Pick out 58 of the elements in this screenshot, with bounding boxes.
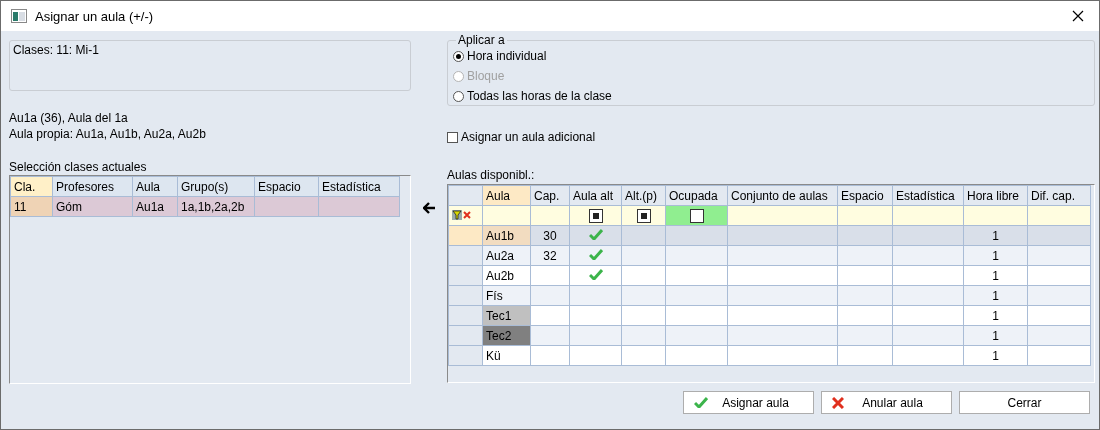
table-cell: 1 xyxy=(992,308,999,323)
radio-label[interactable]: Todas las horas de la clase xyxy=(467,88,612,104)
table-cell: 1 xyxy=(992,348,999,363)
radio-button[interactable] xyxy=(453,50,464,62)
window-icon xyxy=(11,9,27,23)
section-label: Selección clases actuales xyxy=(9,160,148,174)
table-row[interactable]: Au2b 1 xyxy=(448,265,1091,286)
checkbox-label[interactable]: Asignar un aula adicional xyxy=(461,130,596,144)
column-header[interactable]: Cla. xyxy=(10,176,53,197)
column-header[interactable]: Espacio xyxy=(837,185,893,206)
radio-label[interactable]: Hora individual xyxy=(467,48,547,64)
table-cell: 1 xyxy=(992,268,999,283)
radio-button[interactable] xyxy=(453,90,464,102)
column-header[interactable]: Estadística xyxy=(318,176,400,197)
filter-checkbox[interactable] xyxy=(588,208,603,223)
class-info-text: Clases: 11: Mi-1 xyxy=(13,43,99,57)
table-row[interactable]: Fís 1 xyxy=(448,285,1091,306)
column-header[interactable]: Aula xyxy=(132,176,178,197)
column-header[interactable]: Grupo(s) xyxy=(177,176,255,197)
column-header[interactable]: Aula xyxy=(482,185,531,206)
table-cell: 1 xyxy=(992,248,999,263)
column-header[interactable]: Cap. xyxy=(530,185,570,206)
column-header[interactable]: Hora libre xyxy=(963,185,1028,206)
filter-clear-icon[interactable] xyxy=(452,209,472,220)
column-header[interactable]: Alt.(p) xyxy=(621,185,666,206)
column-header[interactable]: Profesores xyxy=(52,176,133,197)
table-row[interactable]: Au2a 32 1 xyxy=(448,245,1091,266)
cross-icon xyxy=(832,396,844,409)
close-icon[interactable] xyxy=(1072,10,1084,22)
window-title: Asignar un aula (+/-) xyxy=(35,8,155,24)
table-cell: 32 xyxy=(543,248,557,263)
table-row[interactable]: Kü 1 xyxy=(448,345,1091,366)
group-title: Aplicar a xyxy=(456,33,507,47)
section-label: Aulas disponibl.: xyxy=(447,168,536,182)
checkbox[interactable] xyxy=(447,131,458,143)
column-header[interactable]: Aula alt xyxy=(569,185,622,206)
column-header[interactable]: Conjunto de aulas xyxy=(727,185,838,206)
dialog-button[interactable]: Cerrar xyxy=(959,391,1090,414)
table-cell: 11 xyxy=(10,196,53,217)
table-cell: 1 xyxy=(992,328,999,343)
column-header[interactable]: Dif. cap. xyxy=(1027,185,1091,206)
column-header[interactable]: Estadística xyxy=(892,185,964,206)
room-info-text: Au1a (36), Aula del 1a xyxy=(9,110,129,126)
check-icon xyxy=(694,397,708,408)
column-header[interactable]: Espacio xyxy=(254,176,319,197)
table-cell: 1 xyxy=(992,228,999,243)
room-info-text: Aula propia: Au1a, Au1b, Au2a, Au2b xyxy=(9,126,207,142)
table-cell: 1 xyxy=(992,288,999,303)
table-row[interactable]: Tec2 1 xyxy=(448,325,1091,346)
table-row[interactable]: Au1b 30 1 xyxy=(448,225,1091,246)
table-cell: 30 xyxy=(543,228,557,243)
dialog-button[interactable]: Asignar aula xyxy=(683,391,814,414)
filter-checkbox[interactable] xyxy=(636,208,651,223)
column-header[interactable]: Ocupada xyxy=(665,185,728,206)
table-row[interactable]: Tec1 1 xyxy=(448,305,1091,326)
dialog-button[interactable]: Anular aula xyxy=(821,391,952,414)
left-arrow-icon[interactable] xyxy=(422,202,436,214)
filter-checkbox[interactable] xyxy=(689,208,704,223)
